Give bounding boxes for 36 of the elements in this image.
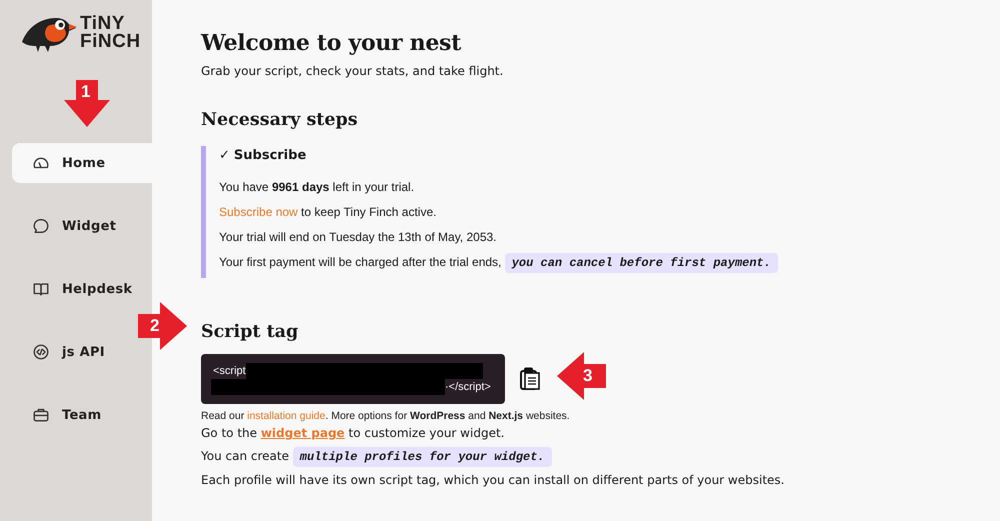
nav-item[interactable]: js API: [12, 332, 152, 372]
page-subtitle: Grab your script, check your stats, and take flight.: [201, 64, 504, 78]
brand-name: FiNCH: [80, 33, 141, 51]
nav-item[interactable]: Team: [12, 395, 152, 435]
callout-arrow-icon: [138, 302, 188, 350]
body-text: Go to the widget page to customize your widget.: [201, 425, 506, 442]
nav-item[interactable]: Home: [12, 143, 152, 183]
page-title: Welcome to your nest: [201, 30, 462, 56]
check-mark: ✓: [219, 148, 230, 163]
speech-bubble-icon: [32, 217, 50, 235]
code-icon: [32, 343, 50, 361]
code-text: <script: [213, 364, 246, 379]
body-text: Each profile will have its own script tag, which you can install on different parts of your websites.: [201, 472, 784, 489]
brand-name: TiNY: [80, 15, 125, 33]
nav-item[interactable]: Widget: [12, 206, 152, 246]
code-highlight: multiple profiles for your widget.: [292, 447, 552, 467]
callout-number: 1: [81, 83, 90, 100]
code-highlight: you can cancel before first payment.: [504, 253, 778, 273]
briefcase-icon: [32, 406, 50, 424]
step-text: Your first payment will be charged after the trial ends, you can cancel before first payment.: [219, 250, 784, 276]
clipboard-icon: [519, 367, 541, 391]
nav-item[interactable]: Helpdesk: [12, 269, 152, 309]
callout-arrow-icon: [556, 352, 606, 400]
section-heading: Necessary steps: [201, 110, 359, 130]
copy-button[interactable]: [519, 367, 541, 391]
help-text: Read our installation guide. More options for WordPress and Next.js websites.: [201, 410, 571, 422]
body-text: You can create multiple profiles for your widget.: [201, 445, 784, 469]
callout-number: 2: [150, 317, 160, 334]
step-title: Subscribe: [234, 148, 306, 163]
callout-arrow-icon: [62, 80, 112, 128]
section-heading: Script tag: [201, 322, 300, 342]
step-text: Subscribe now to keep Tiny Finch active.: [219, 204, 438, 221]
code-text: ·</script>: [445, 380, 491, 395]
step-text: Your trial will end on Tuesday the 13th of May, 2053.: [219, 229, 498, 246]
step-text: You have 9961 days left in your trial.: [219, 179, 416, 196]
callout-number: 3: [583, 367, 592, 384]
